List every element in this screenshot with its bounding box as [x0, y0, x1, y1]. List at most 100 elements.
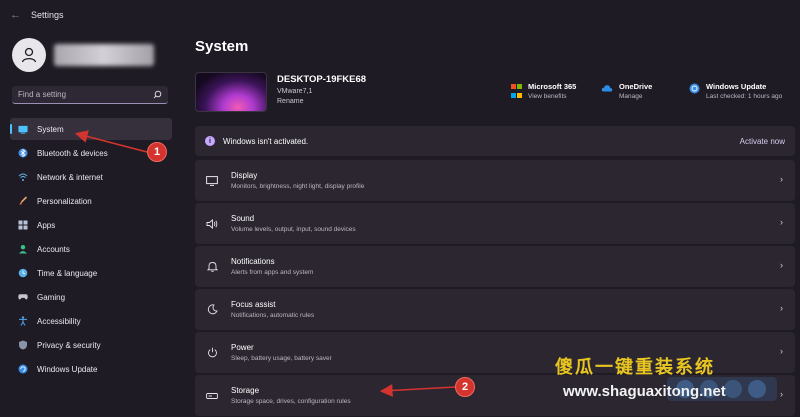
moon-icon [205, 303, 219, 317]
activation-banner: i Windows isn't activated. Activate now [195, 126, 795, 156]
activate-now-link[interactable]: Activate now [740, 137, 785, 146]
quick-link-title: Microsoft 365 [528, 82, 577, 91]
row-subtitle: Alerts from apps and system [231, 269, 314, 276]
wallpaper-thumbnail[interactable] [195, 72, 267, 112]
system-icon [18, 124, 28, 134]
avatar[interactable] [12, 38, 46, 72]
quick-link-subtitle: Last checked: 1 hours ago [706, 93, 783, 100]
storage-icon [205, 389, 219, 403]
annotation-badge-2: 2 [455, 377, 475, 397]
chevron-right-icon: › [780, 260, 783, 270]
row-subtitle: Notifications, automatic rules [231, 312, 315, 319]
chevron-right-icon: › [780, 346, 783, 356]
chevron-right-icon: › [780, 303, 783, 313]
sidebar-item-accounts[interactable]: Accounts [10, 238, 172, 260]
network-icon [18, 172, 28, 182]
device-model: VMware7,1 [277, 88, 313, 95]
activation-message: Windows isn't activated. [223, 136, 309, 146]
quick-link-microsoft-365[interactable]: Microsoft 365 View benefits [511, 82, 576, 100]
speaker-icon [205, 217, 219, 231]
chevron-right-icon: › [780, 217, 783, 227]
clock-icon [18, 268, 28, 278]
sidebar-item-label: System [37, 124, 64, 134]
annotation-badge-1: 1 [147, 142, 167, 162]
sidebar-item-label: Accessibility [37, 316, 81, 326]
search-icon[interactable] [153, 90, 162, 99]
settings-row-sound[interactable]: Sound Volume levels, output, input, soun… [195, 203, 795, 244]
window-title: Settings [31, 10, 64, 20]
sidebar-item-label: Bluetooth & devices [37, 148, 108, 158]
bluetooth-icon [18, 148, 28, 158]
user-icon [21, 47, 37, 63]
brush-icon [18, 196, 28, 206]
display-icon [205, 174, 219, 188]
page-title: System [195, 38, 249, 55]
profile[interactable] [12, 38, 154, 72]
settings-list: Display Monitors, brightness, night ligh… [195, 160, 795, 417]
user-name-redacted [54, 44, 154, 66]
sidebar-item-label: Privacy & security [37, 340, 101, 350]
row-title: Storage [231, 386, 260, 395]
update-icon [18, 364, 28, 374]
rename-link[interactable]: Rename [277, 98, 366, 105]
settings-row-power[interactable]: Power Sleep, battery usage, battery save… [195, 332, 795, 373]
row-title: Power [231, 343, 254, 352]
quick-link-subtitle: View benefits [528, 93, 567, 100]
sidebar-item-label: Time & language [37, 268, 98, 278]
apps-icon [18, 220, 28, 230]
sidebar-item-label: Gaming [37, 292, 66, 302]
quick-link-title: OneDrive [619, 82, 653, 91]
sidebar-item-privacy[interactable]: Privacy & security [10, 334, 172, 356]
row-subtitle: Monitors, brightness, night light, displ… [231, 183, 365, 190]
nav-list: System Bluetooth & devices Network & int… [10, 118, 172, 382]
shield-icon [18, 340, 28, 350]
chevron-right-icon: › [780, 389, 783, 399]
bell-icon [205, 260, 219, 274]
quick-link-onedrive[interactable]: OneDrive Manage [601, 82, 652, 100]
sidebar-item-accessibility[interactable]: Accessibility [10, 310, 172, 332]
row-subtitle: Sleep, battery usage, battery saver [231, 355, 332, 362]
search-input[interactable] [18, 90, 138, 99]
settings-row-focus-assist[interactable]: Focus assist Notifications, automatic ru… [195, 289, 795, 330]
sidebar-item-windows-update[interactable]: Windows Update [10, 358, 172, 380]
sidebar-item-gaming[interactable]: Gaming [10, 286, 172, 308]
sidebar-item-label: Network & internet [37, 172, 103, 182]
info-icon: i [205, 136, 215, 146]
search-box[interactable] [12, 86, 168, 104]
sidebar-item-apps[interactable]: Apps [10, 214, 172, 236]
accessibility-icon [18, 316, 28, 326]
sidebar-item-time-language[interactable]: Time & language [10, 262, 172, 284]
microsoft-logo-icon [511, 84, 522, 100]
device-info: DESKTOP-19FKE68 VMware7,1 Rename [277, 72, 366, 112]
accounts-icon [18, 244, 28, 254]
row-title: Focus assist [231, 300, 276, 309]
row-title: Notifications [231, 257, 275, 266]
row-subtitle: Volume levels, output, input, sound devi… [231, 226, 356, 233]
settings-row-display[interactable]: Display Monitors, brightness, night ligh… [195, 160, 795, 201]
sync-icon [689, 83, 700, 94]
title-bar: ← Settings [0, 0, 800, 30]
settings-row-notifications[interactable]: Notifications Alerts from apps and syste… [195, 246, 795, 287]
row-title: Display [231, 171, 258, 180]
back-arrow-icon[interactable]: ← [10, 9, 21, 21]
quick-link-subtitle: Manage [619, 93, 643, 100]
sidebar-item-system[interactable]: System [10, 118, 172, 140]
quick-link-title: Windows Update [706, 82, 767, 91]
power-icon [205, 346, 219, 360]
row-title: Sound [231, 214, 255, 223]
sidebar-item-label: Accounts [37, 244, 70, 254]
sidebar-item-network[interactable]: Network & internet [10, 166, 172, 188]
device-name: DESKTOP-19FKE68 [277, 74, 367, 85]
sidebar-item-label: Personalization [37, 196, 92, 206]
quick-link-windows-update[interactable]: Windows Update Last checked: 1 hours ago [689, 82, 782, 100]
sidebar-item-label: Windows Update [37, 364, 98, 374]
sidebar-item-label: Apps [37, 220, 56, 230]
chevron-right-icon: › [780, 174, 783, 184]
sidebar: System Bluetooth & devices Network & int… [0, 30, 180, 417]
cloud-icon [601, 85, 613, 92]
row-subtitle: Storage space, drives, configuration rul… [231, 398, 351, 405]
settings-row-storage[interactable]: Storage Storage space, drives, configura… [195, 375, 795, 416]
gaming-icon [18, 292, 28, 302]
device-card: DESKTOP-19FKE68 VMware7,1 Rename Microso… [195, 72, 795, 112]
sidebar-item-personalization[interactable]: Personalization [10, 190, 172, 212]
